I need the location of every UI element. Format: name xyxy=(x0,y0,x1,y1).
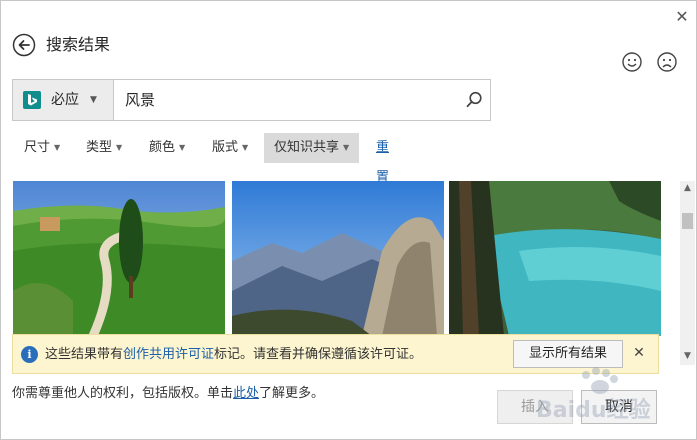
chevron-down-icon: ▼ xyxy=(116,143,123,152)
info-icon: i xyxy=(21,346,38,363)
result-thumbnail-lake[interactable] xyxy=(449,181,661,336)
frown-face-icon xyxy=(657,52,677,72)
chevron-down-icon: ▼ xyxy=(179,143,186,152)
search-engine-label: 必应 xyxy=(51,92,79,108)
chevron-down-icon: ▼ xyxy=(90,95,97,105)
copyright-text-before: 你需尊重他人的权利，包括版权。单击 xyxy=(12,386,234,401)
chevron-down-icon: ▼ xyxy=(242,143,249,152)
insert-button[interactable]: 插入 xyxy=(497,390,573,424)
copyright-text-after: 了解更多。 xyxy=(259,386,325,401)
learn-more-link[interactable]: 此处 xyxy=(233,386,259,401)
filter-color-dropdown[interactable]: 颜色 ▼ xyxy=(139,133,195,163)
scroll-up-arrow-icon[interactable]: ▲ xyxy=(680,181,695,195)
search-button[interactable] xyxy=(464,90,484,110)
chevron-down-icon: ▼ xyxy=(54,143,61,152)
dialog-title: 搜索结果 xyxy=(46,35,111,54)
search-input[interactable] xyxy=(125,88,455,112)
result-thumbnail-green-hills[interactable] xyxy=(13,181,225,336)
feedback-happy-button[interactable] xyxy=(620,50,644,74)
filter-type-label: 类型 xyxy=(86,140,113,155)
search-results-dialog: ✕ 搜索结果 必应 ▼ 风景 尺寸 ▼ 类型 ▼ 颜色 ▼ 版式 ▼ 仅知识共享… xyxy=(0,0,697,440)
filter-layout-dropdown[interactable]: 版式 ▼ xyxy=(202,133,258,163)
creative-commons-link[interactable]: 创作共用许可证 xyxy=(123,347,214,362)
filter-size-dropdown[interactable]: 尺寸 ▼ xyxy=(14,133,70,163)
filter-layout-label: 版式 xyxy=(212,140,239,155)
landscape-image-lake xyxy=(449,181,661,336)
chevron-down-icon: ▼ xyxy=(343,143,350,152)
feedback-sad-button[interactable] xyxy=(655,50,679,74)
show-all-results-button[interactable]: 显示所有结果 xyxy=(513,340,623,368)
search-icon xyxy=(466,91,482,108)
close-dialog-button[interactable]: ✕ xyxy=(672,7,692,27)
close-info-bar-button[interactable]: ✕ xyxy=(629,343,649,363)
back-arrow-icon xyxy=(12,33,36,57)
back-button[interactable] xyxy=(12,33,36,57)
license-info-text: 这些结果带有创作共用许可证标记。请查看并确保遵循该许可证。 xyxy=(45,345,422,365)
filter-creative-commons-label: 仅知识共享 xyxy=(274,140,340,155)
landscape-image-hills xyxy=(13,181,225,336)
smiley-face-icon xyxy=(622,52,642,72)
result-thumbnail-mountains[interactable] xyxy=(232,181,444,336)
search-bar: 必应 ▼ xyxy=(12,79,491,121)
filter-size-label: 尺寸 xyxy=(24,140,51,155)
license-info-bar: i 这些结果带有创作共用许可证标记。请查看并确保遵循该许可证。 显示所有结果 ✕ xyxy=(12,334,659,374)
landscape-image-mountains xyxy=(232,181,444,336)
search-engine-dropdown[interactable]: 必应 ▼ xyxy=(13,80,114,120)
filter-creative-commons-dropdown[interactable]: 仅知识共享 ▼ xyxy=(264,133,360,163)
scroll-thumb[interactable] xyxy=(682,213,693,229)
bing-logo-icon xyxy=(23,91,41,109)
filter-type-dropdown[interactable]: 类型 ▼ xyxy=(76,133,132,163)
license-text-after: 标记。请查看并确保遵循该许可证。 xyxy=(214,347,423,362)
reset-filters-link[interactable]: 重置 xyxy=(376,133,389,185)
filter-color-label: 颜色 xyxy=(149,140,176,155)
scroll-down-arrow-icon[interactable]: ▼ xyxy=(680,349,695,363)
copyright-notice: 你需尊重他人的权利，包括版权。单击此处了解更多。 xyxy=(12,384,324,404)
image-results-grid xyxy=(13,181,663,336)
license-text-before: 这些结果带有 xyxy=(45,347,124,362)
results-scrollbar[interactable]: ▲ ▼ xyxy=(680,181,695,365)
cancel-button[interactable]: 取消 xyxy=(581,390,657,424)
